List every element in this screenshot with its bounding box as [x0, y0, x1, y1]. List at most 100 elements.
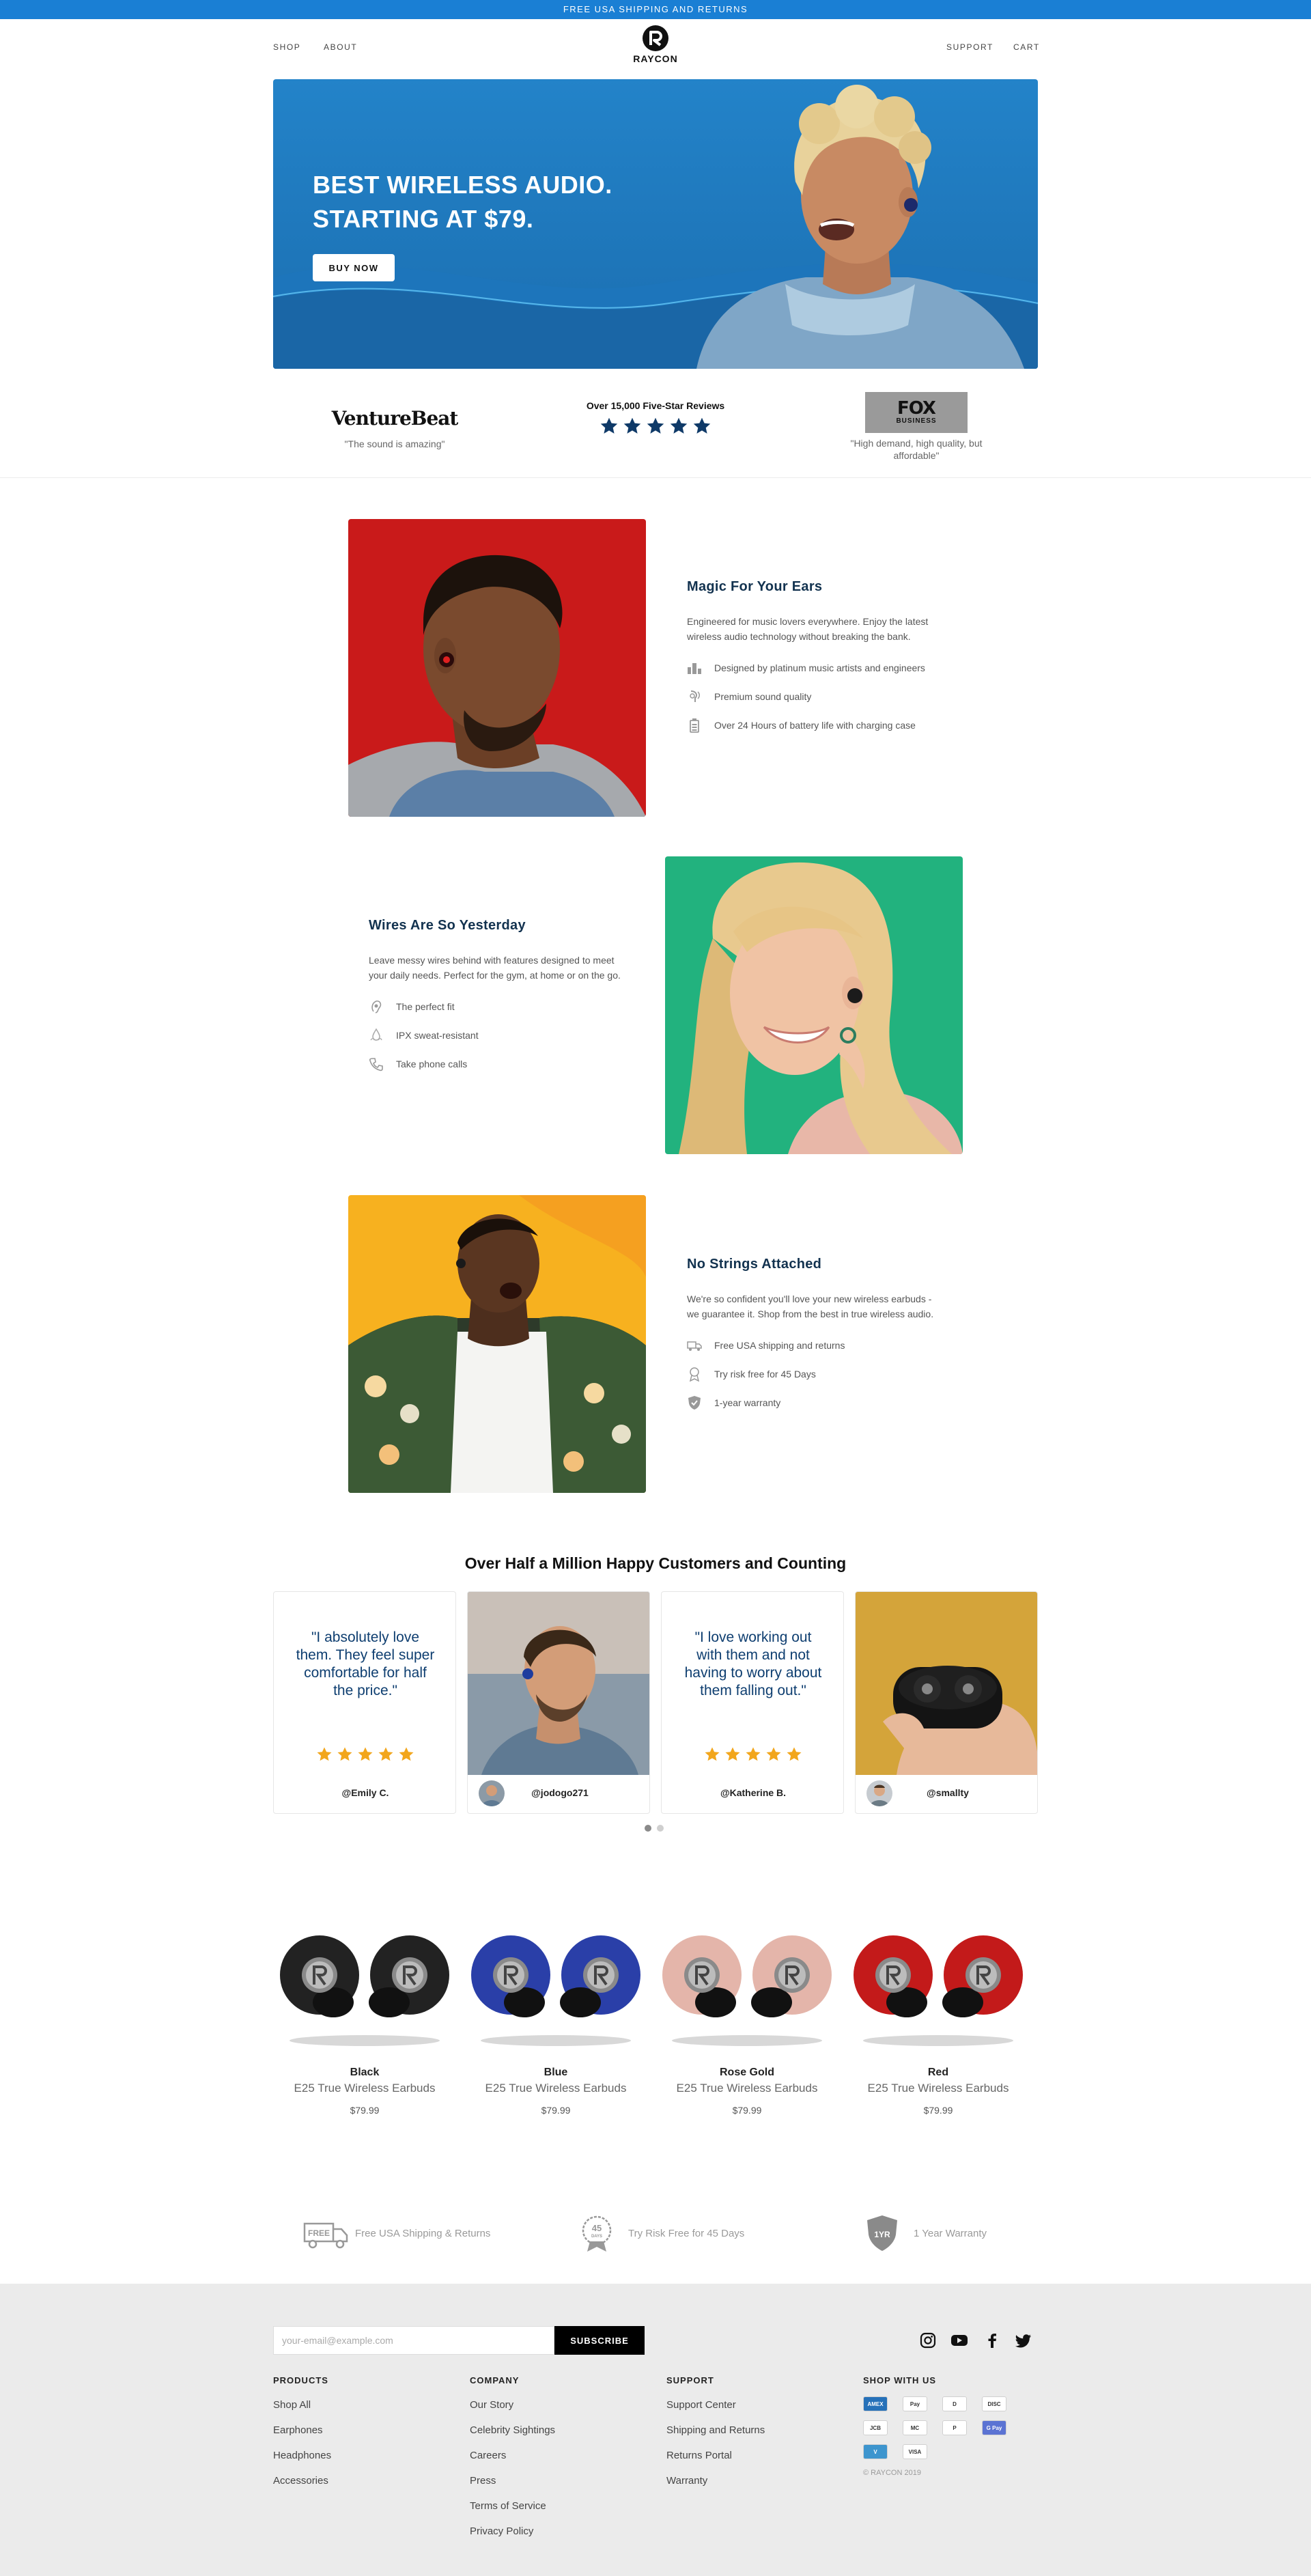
guarantee-text: Try Risk Free for 45 Days: [628, 2227, 745, 2239]
star-icon: [704, 1746, 720, 1763]
product-image: [280, 1935, 449, 2046]
testimonial-card-2[interactable]: @jodogo271: [467, 1591, 650, 1814]
product-card[interactable]: Black E25 True Wireless Earbuds $79.99: [273, 1907, 456, 2116]
shipping-truck-icon: [687, 1341, 702, 1351]
star-icon: [337, 1746, 353, 1763]
feature-1-title: Magic For Your Ears: [687, 579, 823, 594]
footer-link-earphones[interactable]: Earphones: [273, 2424, 437, 2436]
payment-method-icon: P: [942, 2420, 967, 2435]
phone-icon: [369, 1058, 383, 1072]
feature-2-list: The perfect fit IPX sweat-resistant Take…: [369, 992, 628, 1078]
product-image: [662, 1935, 832, 2046]
product-image: [471, 1935, 640, 2046]
testimonials-heading: Over Half a Million Happy Customers and …: [464, 1554, 847, 1572]
buy-now-button[interactable]: BUY NOW: [313, 254, 395, 281]
star-icon: [724, 1746, 741, 1763]
carousel-dot-2[interactable]: [657, 1825, 664, 1832]
newsletter-email-input[interactable]: [273, 2326, 554, 2355]
site-footer: SUBSCRIBE PRODUCTS Shop All Earphones He…: [0, 2284, 1311, 2576]
feature-3-model-image: [348, 1195, 646, 1493]
carousel-dot-1[interactable]: [645, 1825, 651, 1832]
testimonial-card-3[interactable]: "I love working out with them and not ha…: [661, 1591, 844, 1814]
footer-link-press[interactable]: Press: [470, 2475, 634, 2487]
feature-3-title: No Strings Attached: [687, 1257, 822, 1272]
payment-method-icon: DISC: [982, 2396, 1006, 2411]
feature-3-photo: [348, 1195, 646, 1493]
twitter-icon[interactable]: [1015, 2332, 1032, 2349]
testimonial-stars: [274, 1746, 455, 1763]
list-item: Over 24 Hours of battery life with charg…: [687, 711, 946, 740]
footer-support-column: SUPPORT Support Center Shipping and Retu…: [666, 2375, 830, 2487]
warranty-shield-icon: [688, 1396, 701, 1410]
product-image: [854, 1935, 1023, 2046]
footer-link-accessories[interactable]: Accessories: [273, 2475, 437, 2487]
feature-3-description: We're so confident you'll love your new …: [687, 1293, 934, 1319]
list-item: Free USA shipping and returns: [687, 1331, 946, 1360]
testimonial-stars: [662, 1746, 843, 1763]
star-icon: [398, 1746, 414, 1763]
star-icon: [745, 1746, 761, 1763]
footer-link-celebrity-sightings[interactable]: Celebrity Sightings: [470, 2424, 634, 2436]
logo-text: RAYCON: [633, 53, 678, 64]
instagram-icon[interactable]: [919, 2332, 937, 2349]
footer-link-shipping-returns[interactable]: Shipping and Returns: [666, 2424, 830, 2436]
star-icon: [357, 1746, 373, 1763]
feature-2-title: Wires Are So Yesterday: [369, 918, 526, 933]
youtube-icon[interactable]: [950, 2332, 968, 2349]
footer-link-privacy[interactable]: Privacy Policy: [470, 2525, 634, 2537]
feature-1-list: Designed by platinum music artists and e…: [687, 654, 946, 740]
footer-link-terms[interactable]: Terms of Service: [470, 2500, 634, 2512]
feature-2-text: Wires Are So Yesterday Leave messy wires…: [369, 918, 628, 1078]
footer-link-shop-all[interactable]: Shop All: [273, 2399, 437, 2411]
fox-logo-subtext: BUSINESS: [896, 417, 937, 425]
payment-method-icon: AMEX: [863, 2396, 888, 2411]
music-artists-icon: [688, 663, 701, 674]
footer-link-support-center[interactable]: Support Center: [666, 2399, 830, 2411]
footer-link-careers[interactable]: Careers: [470, 2450, 634, 2461]
raycon-logo[interactable]: RAYCON: [628, 25, 683, 74]
avatar: [479, 1780, 505, 1806]
payment-method-icon: JCB: [863, 2420, 888, 2435]
feature-1-item-2: Premium sound quality: [714, 691, 812, 702]
footer-link-our-story[interactable]: Our Story: [470, 2399, 634, 2411]
footer-products-column: PRODUCTS Shop All Earphones Headphones A…: [273, 2375, 437, 2487]
product-card[interactable]: Rose Gold E25 True Wireless Earbuds $79.…: [656, 1907, 838, 2116]
nav-about-link[interactable]: ABOUT: [324, 42, 357, 52]
list-item: The perfect fit: [369, 992, 628, 1021]
testimonial-card-1[interactable]: "I absolutely love them. They feel super…: [273, 1591, 456, 1814]
product-card[interactable]: Red E25 True Wireless Earbuds $79.99: [847, 1907, 1030, 2116]
nav-support-link[interactable]: SUPPORT: [946, 42, 993, 52]
nav-cart-link[interactable]: CART: [1013, 42, 1040, 52]
testimonial-handle: @smallty: [927, 1787, 969, 1798]
press-venturebeat: VentureBeat "The sound is amazing": [292, 382, 497, 450]
feature-3-item-3: 1-year warranty: [714, 1397, 781, 1408]
list-item: IPX sweat-resistant: [369, 1021, 628, 1050]
raycon-logo-icon: [643, 25, 668, 51]
testimonial-handle: @jodogo271: [531, 1787, 589, 1798]
footer-link-returns-portal[interactable]: Returns Portal: [666, 2450, 830, 2461]
facebook-icon[interactable]: [983, 2332, 1001, 2349]
star-icon: [378, 1746, 394, 1763]
testimonial-customer-photo: [856, 1592, 1037, 1775]
nav-shop-link[interactable]: SHOP: [273, 42, 300, 52]
testimonial-card-4[interactable]: @smallty: [855, 1591, 1038, 1814]
testimonial-customer-photo: [468, 1592, 649, 1775]
guarantee-free-shipping: FREE Free USA Shipping & Returns: [303, 2213, 490, 2254]
product-card[interactable]: Blue E25 True Wireless Earbuds $79.99: [464, 1907, 647, 2116]
press-bar: VentureBeat "The sound is amazing" Over …: [0, 382, 1311, 478]
payment-method-icon: Pay: [903, 2396, 927, 2411]
hero-title-line-1: BEST WIRELESS AUDIO.: [313, 171, 612, 199]
days-badge-text: DAYS: [591, 2235, 602, 2239]
carousel-dots: [645, 1825, 664, 1832]
footer-column-title: COMPANY: [470, 2375, 520, 2385]
testimonial-handle: @Emily C.: [341, 1787, 389, 1798]
footer-link-warranty[interactable]: Warranty: [666, 2475, 830, 2487]
subscribe-button[interactable]: SUBSCRIBE: [554, 2326, 645, 2355]
payment-method-icon: D: [942, 2396, 967, 2411]
product-name: E25 True Wireless Earbuds: [867, 2082, 1009, 2095]
footer-link-headphones[interactable]: Headphones: [273, 2450, 437, 2461]
avatar-image: [866, 1780, 892, 1806]
feature-2-item-3: Take phone calls: [396, 1059, 468, 1069]
star-icon: [669, 417, 688, 436]
testimonial-quote: "I absolutely love them. They feel super…: [296, 1629, 435, 1698]
